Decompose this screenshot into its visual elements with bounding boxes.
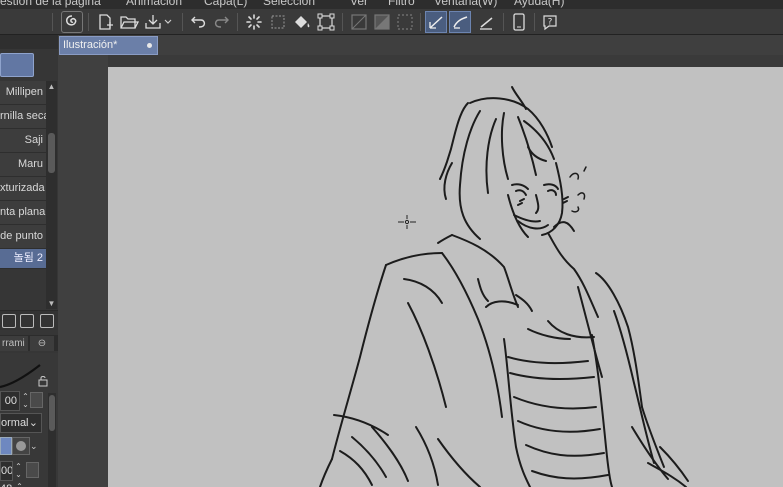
menu-page-management[interactable]: estión de la página: [0, 0, 101, 8]
tab-brush-size[interactable]: ⊖: [30, 336, 54, 351]
blend-mode-value: ormal: [1, 417, 29, 429]
tool-property-panel: 00 ⌃⌄ ormal ⌄ ⌄ 00 ⌃⌄ 48 ⌃⌄: [0, 353, 58, 487]
chevron-down-icon[interactable]: ⌄: [30, 441, 38, 452]
brush-size-field[interactable]: 00: [0, 391, 20, 411]
save-icon[interactable]: [142, 11, 164, 33]
help-icon[interactable]: ?: [539, 11, 561, 33]
trash-icon[interactable]: [40, 314, 54, 328]
hide-border-icon[interactable]: [348, 11, 370, 33]
pen-pressure-icon[interactable]: [371, 11, 393, 33]
property-tabs: rrami ⊖: [0, 335, 58, 351]
density-stepper[interactable]: ⌃⌄: [15, 483, 24, 487]
new-canvas-icon[interactable]: [94, 11, 116, 33]
sub-tool-actions: [0, 310, 58, 330]
transform-icon[interactable]: [315, 11, 337, 33]
tab-tool-property[interactable]: rrami: [0, 336, 28, 351]
sub-tool-panel: Millipen rnilla seca Saji Maru xturizada…: [0, 35, 58, 487]
undo-icon[interactable]: [188, 11, 210, 33]
brush-shape-option[interactable]: [12, 437, 30, 455]
opacity-pressure-button[interactable]: [26, 462, 39, 478]
app-window: estión de la página Animación Capa(L) Se…: [0, 0, 783, 487]
download-icon[interactable]: [2, 314, 16, 328]
property-scrollbar[interactable]: [48, 393, 56, 487]
menu-help[interactable]: Ayuda(H): [514, 0, 564, 8]
document-area: Ilustración*: [58, 35, 783, 487]
menu-selection[interactable]: Selección: [263, 0, 315, 8]
scroll-down-icon[interactable]: ▼: [47, 299, 56, 308]
stroke-preview: [0, 364, 41, 389]
size-pressure-button[interactable]: [30, 392, 43, 408]
brush-shape-selected[interactable]: [0, 437, 12, 455]
drawing-canvas[interactable]: [108, 67, 783, 487]
toolbar-divider: [503, 13, 504, 31]
opacity-field[interactable]: 00: [0, 461, 13, 481]
brush-item-millipen[interactable]: Millipen: [0, 81, 46, 105]
brush-list: Millipen rnilla seca Saji Maru xturizada…: [0, 81, 46, 309]
brush-item-textured[interactable]: xturizada: [0, 177, 46, 201]
menu-animation[interactable]: Animación: [126, 0, 182, 8]
document-tab[interactable]: Ilustración*: [59, 36, 158, 55]
duplicate-icon[interactable]: [20, 314, 34, 328]
stabilization-icon[interactable]: [394, 11, 416, 33]
brush-item-dry-pen[interactable]: rnilla seca: [0, 105, 46, 129]
menu-layer[interactable]: Capa(L): [204, 0, 247, 8]
svg-text:?: ?: [548, 18, 553, 28]
vector-pen-icon[interactable]: [425, 11, 447, 33]
lock-icon[interactable]: [38, 375, 48, 387]
pen-correction-icon[interactable]: [449, 11, 471, 33]
toolbar-divider: [52, 13, 53, 31]
open-folder-icon[interactable]: [118, 11, 140, 33]
toolbar-divider: [342, 13, 343, 31]
circle-icon: [16, 441, 26, 451]
canvas-left-margin: [58, 55, 108, 487]
menu-filter[interactable]: Filtro: [388, 0, 415, 8]
toolbar-divider: [88, 13, 89, 31]
toolbar-divider: [182, 13, 183, 31]
scroll-thumb[interactable]: [49, 395, 55, 431]
fill-icon[interactable]: [291, 11, 313, 33]
menu-bar: estión de la página Animación Capa(L) Se…: [0, 0, 783, 9]
clear-selection-icon[interactable]: [267, 11, 289, 33]
scroll-up-icon[interactable]: ▲: [47, 82, 56, 91]
brush-item-saji[interactable]: Saji: [0, 129, 46, 153]
brush-item-dot-pen[interactable]: de punto: [0, 225, 46, 249]
opacity-stepper[interactable]: ⌃ ⌄: [14, 463, 23, 479]
unsaved-dot-icon[interactable]: [147, 43, 152, 48]
menu-window[interactable]: Ventana(W): [434, 0, 497, 8]
smartphone-icon[interactable]: [508, 11, 530, 33]
canvas-top-margin: [108, 55, 783, 67]
dropdown-arrow-icon[interactable]: [162, 11, 174, 33]
brush-item-flat-ink[interactable]: nta plana: [0, 201, 46, 225]
command-bar: ?: [0, 9, 783, 35]
redo-icon[interactable]: [210, 11, 232, 33]
brush-item-selected[interactable]: 놀됨 2: [0, 249, 46, 269]
chevron-down-icon: ⌄: [28, 417, 38, 429]
pen-stroke-icon[interactable]: [475, 11, 497, 33]
density-field[interactable]: 48: [0, 483, 12, 487]
menu-view[interactable]: Ver: [350, 0, 368, 8]
brush-cursor-icon: [398, 215, 416, 229]
toolbar-divider: [534, 13, 535, 31]
brush-list-scrollbar[interactable]: ▲ ▼: [46, 81, 57, 309]
sketch-drawing: [319, 86, 689, 487]
toolbar-divider: [420, 13, 421, 31]
clip-studio-logo-icon[interactable]: [61, 11, 83, 33]
scroll-thumb[interactable]: [48, 133, 55, 173]
panel-header-strip: [0, 35, 58, 49]
sub-tool-group-button[interactable]: [0, 53, 34, 77]
document-tab-title: Ilustración*: [63, 39, 118, 51]
size-stepper[interactable]: ⌃ ⌄: [21, 393, 30, 409]
loading-spinner-icon[interactable]: [243, 11, 265, 33]
toolbar-divider: [237, 13, 238, 31]
blend-mode-select[interactable]: ormal ⌄: [0, 413, 42, 433]
brush-item-maru[interactable]: Maru: [0, 153, 46, 177]
